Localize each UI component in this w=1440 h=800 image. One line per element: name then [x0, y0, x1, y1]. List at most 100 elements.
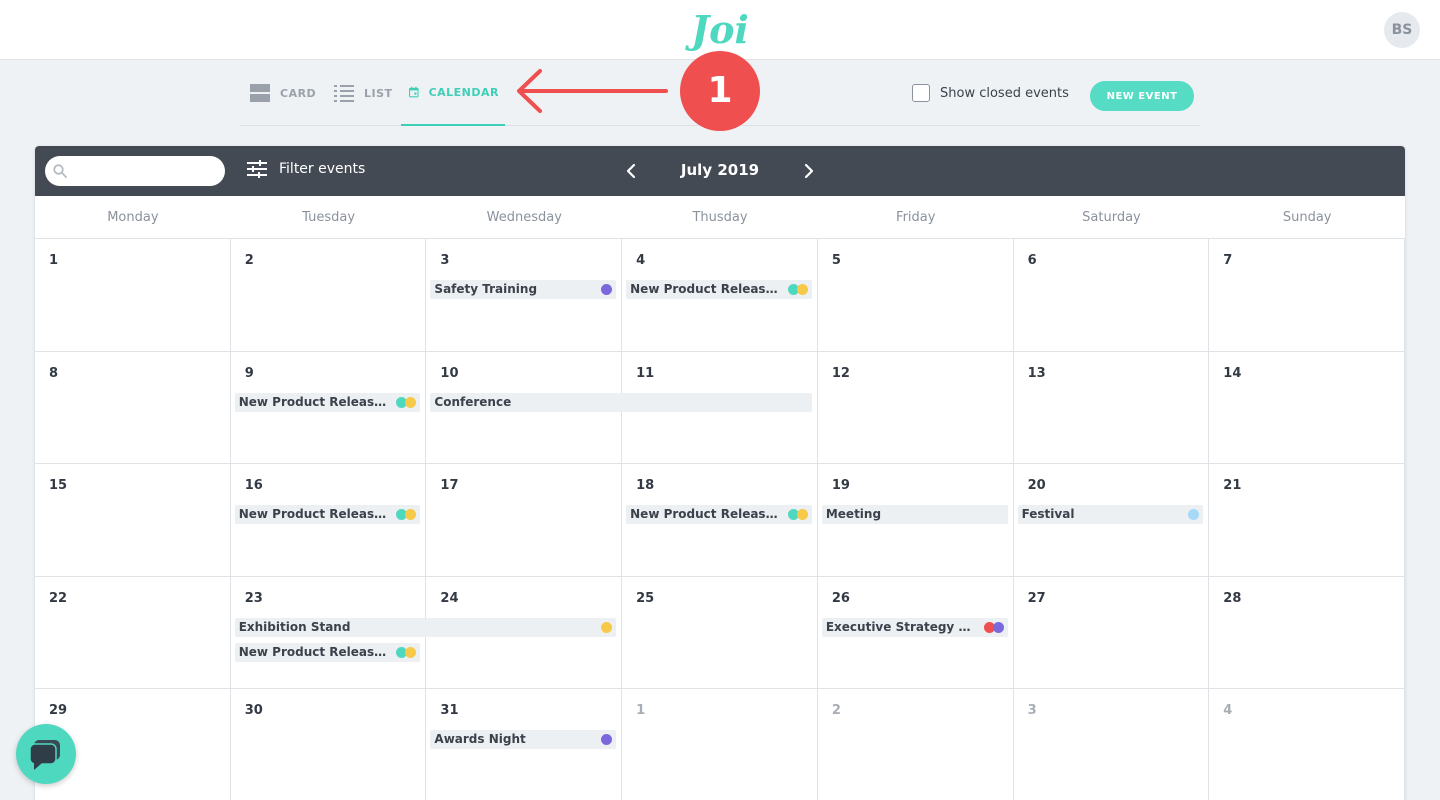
- calendar-day-cell[interactable]: 5: [817, 239, 1014, 352]
- calendar-day-cell[interactable]: 8: [35, 352, 231, 464]
- chevron-left-icon[interactable]: [620, 160, 642, 182]
- event-category-dots: [787, 509, 808, 520]
- calendar-day-cell[interactable]: 4: [1209, 689, 1405, 800]
- calendar-day-cell[interactable]: 7: [1209, 239, 1405, 352]
- calendar-day-cell[interactable]: 6: [1013, 239, 1210, 352]
- day-number: 15: [49, 478, 68, 493]
- day-number: 1: [636, 703, 646, 718]
- event-category-dots: [396, 397, 417, 408]
- day-number: 11: [636, 366, 655, 381]
- event-category-dots: [787, 284, 808, 295]
- calendar-event[interactable]: Executive Strategy Meeting: [821, 618, 1008, 637]
- weekday-label: Saturday: [1082, 210, 1141, 225]
- event-category-dots: [1188, 509, 1200, 520]
- calendar-day-cell[interactable]: 3: [1014, 689, 1210, 800]
- calendar-day-cell[interactable]: 30: [231, 689, 427, 800]
- day-number: 4: [1223, 703, 1233, 718]
- event-title: New Product Release Road Show: [238, 395, 389, 409]
- calendar-day-cell[interactable]: 21: [1209, 464, 1405, 577]
- calendar-panel: Filter events July 2019 Monday Tuesday W…: [35, 146, 1405, 800]
- day-number: 8: [49, 366, 59, 381]
- event-title: Festival: [1021, 507, 1075, 521]
- day-number: 24: [440, 591, 459, 606]
- weekday-label: Friday: [896, 210, 936, 225]
- filter-events-button[interactable]: Filter events: [247, 160, 365, 178]
- calendar-event[interactable]: Meeting: [821, 505, 1008, 524]
- app-logo[interactable]: Joi: [690, 4, 750, 56]
- day-number: 7: [1223, 253, 1233, 268]
- calendar-day-cell[interactable]: 2: [230, 239, 427, 352]
- event-title: New Product Release Road Show: [630, 282, 780, 296]
- event-title: Safety Training: [434, 282, 538, 296]
- event-category-dots: [601, 734, 613, 745]
- filter-events-label: Filter events: [279, 161, 366, 177]
- category-dot-icon: [796, 509, 808, 520]
- calendar-day-cell[interactable]: 17: [426, 464, 623, 577]
- search-icon: [53, 164, 67, 178]
- tab-calendar-view[interactable]: CALENDAR: [401, 60, 505, 126]
- calendar-day-cell[interactable]: 13: [1013, 352, 1210, 464]
- day-number: 4: [636, 253, 646, 268]
- calendar-event[interactable]: Conference: [430, 393, 812, 412]
- weekday-label: Monday: [107, 210, 159, 225]
- calendar-day-cell[interactable]: 1: [35, 239, 231, 352]
- calendar-event[interactable]: New Product Release Road Show: [234, 505, 421, 524]
- day-number: 14: [1223, 366, 1242, 381]
- weekday-header-row: Monday Tuesday Wednesday Thusday Friday …: [35, 196, 1405, 239]
- day-number: 21: [1223, 478, 1242, 493]
- calendar-event[interactable]: New Product Release Road Show: [234, 393, 421, 412]
- event-title: Conference: [434, 395, 512, 409]
- day-number: 20: [1027, 478, 1046, 493]
- day-number: 31: [440, 703, 459, 718]
- day-number: 12: [831, 366, 850, 381]
- calendar-event[interactable]: Exhibition Stand: [234, 618, 617, 637]
- calendar-day-cell[interactable]: 1: [622, 689, 818, 800]
- show-closed-checkbox[interactable]: [912, 84, 930, 102]
- calendar-day-cell[interactable]: 14: [1209, 352, 1405, 464]
- category-dot-icon: [796, 284, 808, 295]
- annotation-arrow-icon: [517, 69, 668, 113]
- day-number: 9: [244, 366, 254, 381]
- calendar-day-cell[interactable]: 25: [622, 577, 818, 689]
- day-number: 22: [49, 591, 68, 606]
- calendar-event[interactable]: Festival: [1017, 505, 1204, 524]
- day-number: 16: [244, 478, 263, 493]
- event-category-dots: [396, 647, 417, 658]
- chevron-right-icon[interactable]: [798, 160, 820, 182]
- calendar-day-cell[interactable]: 12: [817, 352, 1014, 464]
- calendar-day-cell[interactable]: 15: [35, 464, 231, 577]
- show-closed-toggle[interactable]: Show closed events: [912, 84, 1069, 102]
- calendar-day-cell[interactable]: 28: [1209, 577, 1405, 689]
- calendar-grid: 1 2 3 4 5 6 7 8 9 10 11 12 13 14 15 16 17 18 19 20 21 22 23 24 2…: [35, 239, 1405, 800]
- day-number: 18: [636, 478, 655, 493]
- calendar-header: Filter events July 2019: [35, 146, 1405, 196]
- weekday-label: Wednesday: [486, 210, 562, 225]
- tab-list-view[interactable]: LIST: [328, 60, 399, 126]
- chat-launcher-button[interactable]: [16, 724, 76, 784]
- day-number: 27: [1027, 591, 1046, 606]
- tab-list-label: LIST: [364, 86, 393, 100]
- calendar-event[interactable]: New Product Release Road Show: [626, 505, 812, 524]
- calendar-event[interactable]: Awards Night: [430, 730, 617, 749]
- calendar-day-cell[interactable]: 27: [1013, 577, 1210, 689]
- event-title: Awards Night: [434, 732, 526, 746]
- category-dot-icon: [601, 734, 613, 745]
- category-dot-icon: [601, 284, 613, 295]
- calendar-day-cell[interactable]: 2: [818, 689, 1014, 800]
- search-input[interactable]: [45, 156, 225, 186]
- category-dot-icon: [601, 622, 613, 633]
- calendar-event[interactable]: New Product Release Road Show: [234, 643, 421, 662]
- weekday-label: Tuesday: [302, 210, 356, 225]
- new-event-button[interactable]: NEW EVENT: [1090, 81, 1194, 111]
- day-number: 10: [440, 366, 459, 381]
- calendar-event[interactable]: New Product Release Road Show: [626, 280, 812, 299]
- user-avatar[interactable]: BS: [1384, 12, 1420, 48]
- tab-card-view[interactable]: CARD: [244, 60, 322, 126]
- calendar-day-cell[interactable]: 22: [35, 577, 231, 689]
- event-title: Executive Strategy Meeting: [825, 620, 976, 634]
- calendar-event[interactable]: Safety Training: [430, 280, 617, 299]
- day-number: 26: [831, 591, 850, 606]
- category-dot-icon: [992, 622, 1004, 633]
- event-title: Meeting: [825, 507, 882, 521]
- event-category-dots: [983, 622, 1004, 633]
